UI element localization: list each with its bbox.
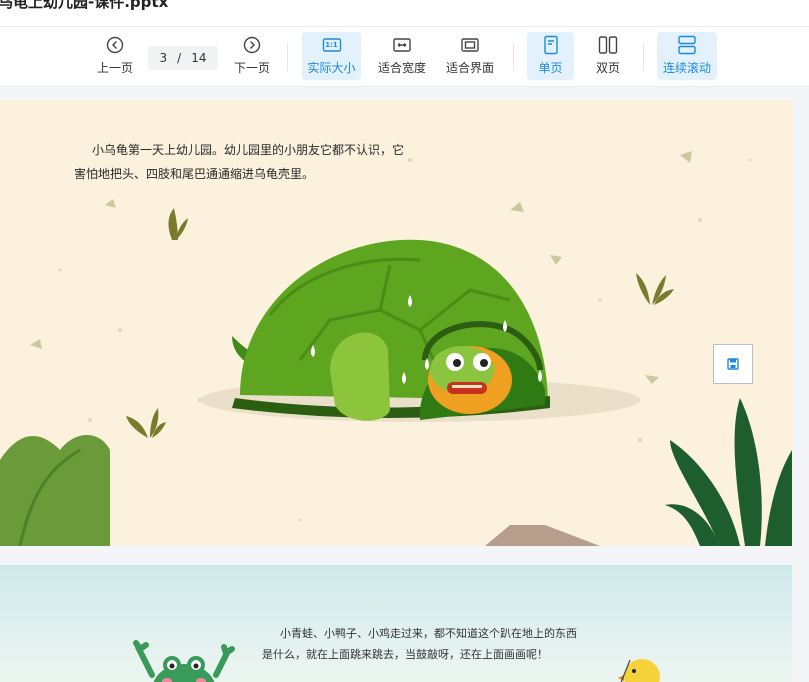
- total-pages: 14: [191, 51, 207, 65]
- continuous-scroll-button[interactable]: 连续滚动: [657, 32, 717, 80]
- fit-width-button[interactable]: 适合宽度: [374, 32, 430, 80]
- single-page-icon: [541, 35, 561, 55]
- next-page-label: 下一页: [233, 61, 270, 75]
- toolbar-divider: [287, 43, 288, 71]
- double-page-label: 双页: [595, 61, 620, 75]
- chevron-right-circle-icon: [242, 35, 262, 55]
- fit-screen-icon: [460, 35, 480, 55]
- slide-3: 小乌龟第一天上幼儿园。幼儿园里的小朋友它都不认识，它害怕地把头、四肢和尾巴通通缩…: [0, 100, 792, 546]
- title-bar: 乌龟上幼儿园-课件.pptx: [0, 0, 809, 27]
- slide-3-text: 小乌龟第一天上幼儿园。幼儿园里的小朋友它都不认识，它害怕地把头、四肢和尾巴通通缩…: [74, 143, 405, 181]
- actual-size-icon-text: 1:1: [325, 41, 338, 49]
- continuous-scroll-icon: [677, 35, 697, 55]
- current-page-input[interactable]: 3: [160, 51, 168, 65]
- viewer-toolbar: 上一页 3 / 14 下一页 1:1 实际大小 适合宽度 适合界面 单页 双页 …: [0, 27, 809, 87]
- actual-size-button[interactable]: 1:1 实际大小: [302, 32, 361, 80]
- slide-4: 小青蛙、小鸭子、小鸡走过来，都不知道这个趴在地上的东西是什么，就在上面跳来跳去，…: [0, 565, 792, 682]
- double-page-button[interactable]: 双页: [585, 32, 631, 80]
- window-title: 乌龟上幼儿园-课件.pptx: [0, 0, 169, 11]
- page-separator: /: [177, 51, 182, 65]
- prev-page-button[interactable]: 上一页: [92, 32, 138, 80]
- double-page-icon: [598, 35, 618, 55]
- vertical-scrollbar[interactable]: [793, 88, 809, 682]
- toolbar-divider: [643, 43, 644, 71]
- single-page-label: 单页: [538, 61, 563, 75]
- save-icon: [727, 355, 739, 374]
- fit-screen-label: 适合界面: [445, 61, 494, 75]
- fit-width-icon: [392, 35, 412, 55]
- toolbar-divider: [513, 43, 514, 71]
- fit-screen-button[interactable]: 适合界面: [442, 32, 498, 80]
- page-indicator[interactable]: 3 / 14: [148, 46, 218, 70]
- actual-size-icon: 1:1: [322, 35, 342, 55]
- save-button[interactable]: [713, 344, 753, 384]
- fit-width-label: 适合宽度: [377, 61, 426, 75]
- slide-4-text: 小青蛙、小鸭子、小鸡走过来，都不知道这个趴在地上的东西是什么，就在上面跳来跳去，…: [262, 627, 577, 661]
- continuous-scroll-label: 连续滚动: [662, 61, 711, 75]
- next-page-button[interactable]: 下一页: [229, 32, 275, 80]
- prev-page-label: 上一页: [96, 61, 133, 75]
- chevron-left-circle-icon: [105, 35, 125, 55]
- slide-viewer[interactable]: 小乌龟第一天上幼儿园。幼儿园里的小朋友它都不认识，它害怕地把头、四肢和尾巴通通缩…: [0, 88, 809, 682]
- actual-size-label: 实际大小: [307, 61, 356, 75]
- single-page-button[interactable]: 单页: [527, 32, 574, 80]
